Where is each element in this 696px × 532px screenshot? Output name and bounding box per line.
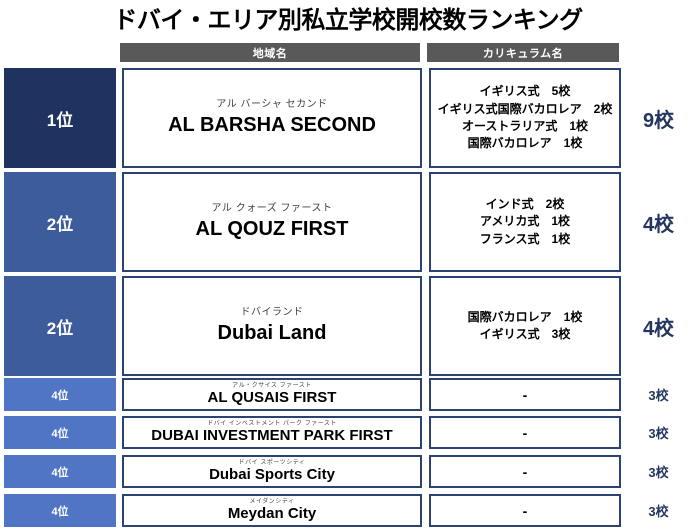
- curriculum-cell: -: [429, 494, 621, 527]
- area-ruby: アル バーシャ セカンド: [216, 99, 328, 111]
- area-cell: アル クォーズ ファースト AL QOUZ FIRST: [122, 172, 422, 272]
- area-cell: メイダンシティ Meydan City: [122, 494, 422, 527]
- ranking-infographic: ドバイ・エリア別私立学校開校数ランキング 地域名 カリキュラム名 1位 アル バー…: [0, 0, 696, 532]
- curriculum-line: イギリス式 3校: [479, 327, 571, 341]
- area-name: DUBAI INVESTMENT PARK FIRST: [151, 426, 393, 444]
- area-ruby: メイダンシティ: [249, 498, 295, 505]
- area-cell: ドバイ スポーツシティ Dubai Sports City: [122, 455, 422, 488]
- curriculum-cell: -: [429, 378, 621, 411]
- area-cell: アル・クサイス ファースト AL QUSAIS FIRST: [122, 378, 422, 411]
- table-row: 4位 ドバイ スポーツシティ Dubai Sports City -3校: [0, 455, 696, 488]
- table-row: 4位 アル・クサイス ファースト AL QUSAIS FIRST -3校: [0, 378, 696, 411]
- area-ruby: アル・クサイス ファースト: [232, 382, 312, 389]
- total-count: 3校: [648, 465, 669, 480]
- rank-badge: 1位: [4, 68, 116, 168]
- curriculum-cell: インド式 2校 アメリカ式 1校 フランス式 1校: [429, 172, 621, 272]
- total-count: 3校: [648, 504, 669, 519]
- area-cell: アル バーシャ セカンド AL BARSHA SECOND: [122, 68, 422, 168]
- area-ruby: ドバイランド: [240, 307, 304, 319]
- curriculum-cell: 国際バカロレア 1校 イギリス式 3校: [429, 276, 621, 376]
- table-row: 4位 メイダンシティ Meydan City -3校: [0, 494, 696, 527]
- curriculum-empty: -: [522, 463, 528, 480]
- column-header-area: 地域名: [120, 43, 420, 62]
- area-cell: ドバイ インベストメント パーク ファースト DUBAI INVESTMENT P…: [122, 416, 422, 449]
- column-header-curriculum: カリキュラム名: [427, 43, 619, 62]
- curriculum-empty: -: [522, 424, 528, 441]
- curriculum-line: フランス式 1校: [479, 231, 571, 246]
- curriculum-line: オーストラリア式 1校: [461, 119, 589, 133]
- curriculum-line: イギリス式 5校: [479, 84, 571, 99]
- rank-badge: 4位: [4, 378, 116, 411]
- table-row: 4位 ドバイ インベストメント パーク ファースト DUBAI INVESTMENT…: [0, 416, 696, 449]
- curriculum-line: 国際バカロレア 1校: [467, 309, 583, 324]
- table-row: 1位 アル バーシャ セカンド AL BARSHA SECOND イギリス式 5校 イギ…: [0, 68, 696, 168]
- rank-badge: 4位: [4, 416, 116, 449]
- area-name: AL QOUZ FIRST: [195, 217, 349, 240]
- page-title: ドバイ・エリア別私立学校開校数ランキング: [113, 7, 583, 34]
- rank-badge: 2位: [4, 172, 116, 272]
- rank-badge: 4位: [4, 455, 116, 488]
- curriculum-empty: -: [522, 502, 528, 519]
- total-count: 3校: [648, 426, 669, 441]
- rank-badge: 4位: [4, 494, 116, 527]
- area-name: AL BARSHA SECOND: [168, 113, 376, 136]
- area-ruby: ドバイ インベストメント パーク ファースト: [207, 420, 337, 427]
- curriculum-cell: イギリス式 5校イギリス式国際バカロレア 2校 オーストラリア式 1校 国際バカロレ…: [429, 68, 621, 168]
- area-name: Dubai Sports City: [209, 465, 335, 483]
- area-cell: ドバイランド Dubai Land: [122, 276, 422, 376]
- curriculum-cell: -: [429, 455, 621, 488]
- total-count: 3校: [648, 388, 669, 403]
- curriculum-line: イギリス式国際バカロレア 2校: [437, 101, 613, 116]
- rank-badge: 2位: [4, 276, 116, 376]
- table-row: 2位 ドバイランド Dubai Land 国際バカロレア 1校 イギリス式 3校 4校: [0, 276, 696, 376]
- area-name: AL QUSAIS FIRST: [207, 388, 337, 406]
- curriculum-cell: -: [429, 416, 621, 449]
- curriculum-empty: -: [522, 386, 528, 403]
- total-count: 4校: [642, 317, 675, 340]
- total-count: 9校: [642, 109, 675, 132]
- area-name: Dubai Land: [217, 321, 327, 344]
- curriculum-line: インド式 2校: [485, 196, 565, 211]
- curriculum-line: 国際バカロレア 1校: [467, 136, 583, 151]
- area-name: Meydan City: [227, 504, 317, 522]
- total-count: 4校: [642, 213, 675, 236]
- table-row: 2位 アル クォーズ ファースト AL QOUZ FIRST インド式 2校 アメリカ式…: [0, 172, 696, 272]
- area-ruby: アル クォーズ ファースト: [211, 203, 333, 215]
- curriculum-line: アメリカ式 1校: [479, 214, 571, 229]
- area-ruby: ドバイ スポーツシティ: [238, 459, 306, 466]
